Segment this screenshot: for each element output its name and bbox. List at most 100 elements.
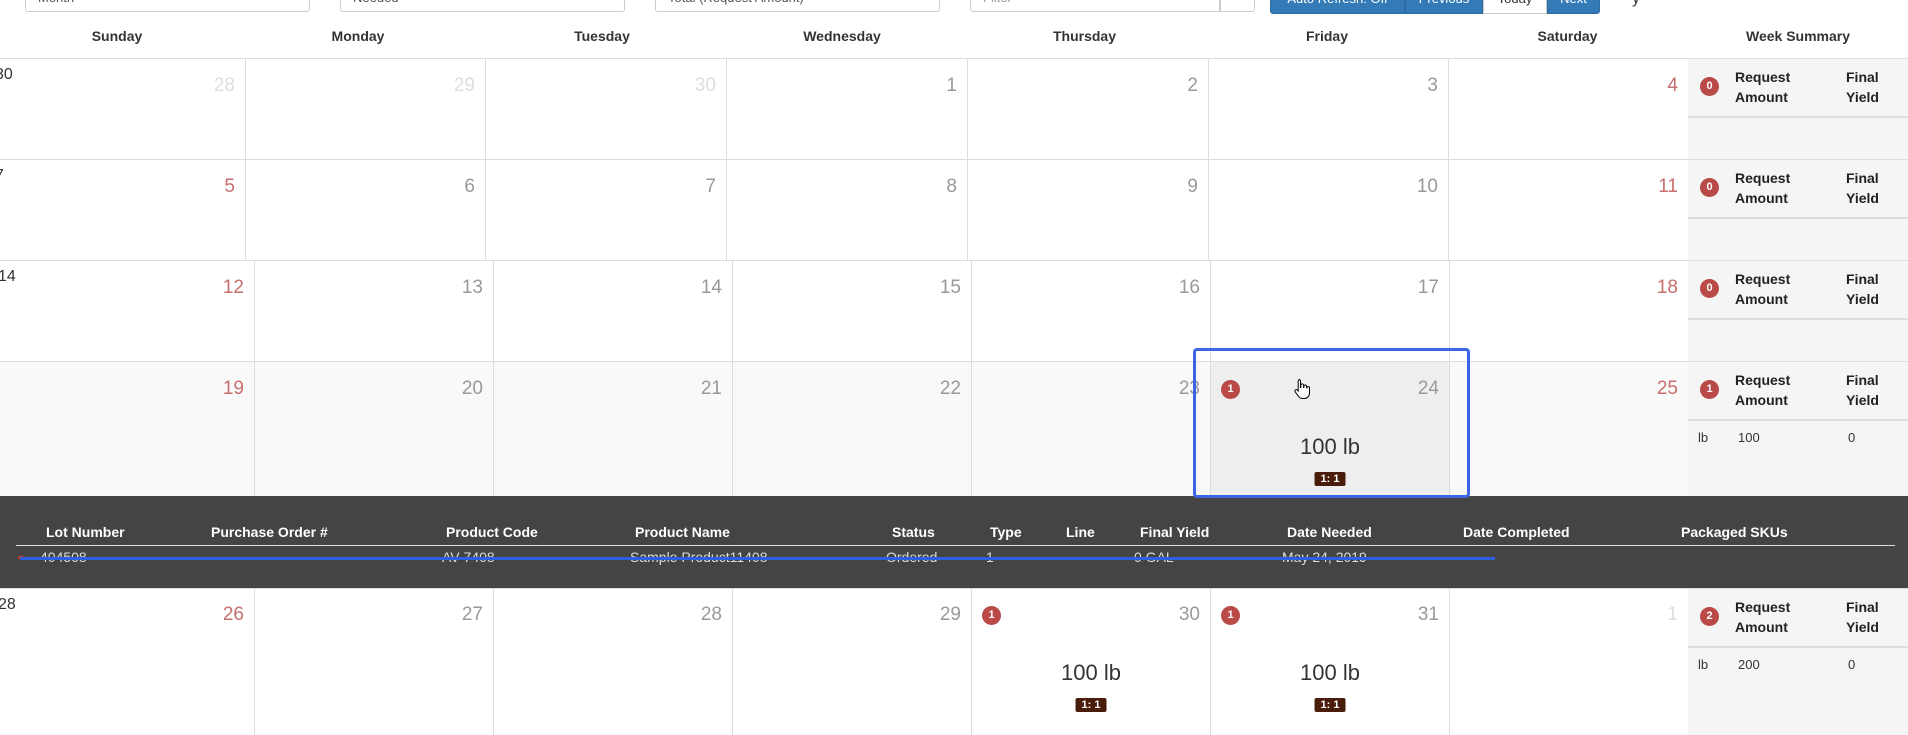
day-number: 29	[453, 75, 475, 96]
final-yield-label: Final Yield	[1846, 372, 1879, 408]
col-product-name[interactable]: Product Name	[635, 524, 730, 540]
week-summary: 0 Request Amount Final Yield	[1688, 159, 1908, 260]
day-cell[interactable]: 1 31 100 lb 1: 1	[1211, 588, 1450, 735]
previous-button[interactable]: Previous	[1405, 0, 1483, 14]
request-amount-label: Request Amount	[1735, 599, 1791, 635]
week-count-badge: 0	[1700, 77, 1719, 96]
day-cell[interactable]: 30	[486, 59, 727, 159]
day-number: 19	[222, 378, 244, 399]
day-cell[interactable]: 26	[0, 588, 255, 735]
day-cell[interactable]: 19	[0, 362, 255, 496]
day-cell[interactable]: 22	[733, 362, 972, 496]
dow-sunday: Sunday	[91, 28, 143, 44]
day-cell[interactable]: 15	[733, 261, 972, 361]
request-amount-label: Request Amount	[1735, 372, 1791, 408]
day-number: 28	[213, 75, 235, 96]
day-cell[interactable]: 2	[968, 59, 1209, 159]
date-field-select[interactable]: Needed	[340, 0, 625, 12]
header-rule	[16, 545, 1895, 546]
day-cell[interactable]: 25	[1450, 362, 1688, 496]
day-cell[interactable]: 11	[1449, 160, 1688, 260]
day-number: 26	[222, 604, 244, 625]
total-select[interactable]: Total (Request Amount)	[655, 0, 940, 12]
day-cell[interactable]: 21	[494, 362, 733, 496]
today-button[interactable]: Today	[1483, 0, 1547, 14]
day-number: 30	[1178, 604, 1200, 625]
event-count-badge: 1	[1221, 606, 1240, 625]
day-cell[interactable]: 3	[1209, 59, 1449, 159]
summary-rule	[1688, 318, 1908, 320]
day-number: 13	[461, 277, 483, 298]
day-number: 31	[1417, 604, 1439, 625]
day-cell[interactable]: 28	[494, 588, 733, 735]
day-number: 10	[1416, 176, 1438, 197]
day-number: 15	[939, 277, 961, 298]
day-cell[interactable]: 9	[968, 160, 1209, 260]
dow-saturday: Saturday	[1537, 28, 1598, 44]
week-summary: 0 Request Amount Final Yield	[1688, 58, 1908, 159]
summary-rule	[1688, 116, 1908, 118]
col-date-completed[interactable]: Date Completed	[1463, 524, 1570, 540]
day-cell[interactable]: 17	[1211, 261, 1450, 361]
filter-input[interactable]: Filter	[970, 0, 1220, 12]
ratio-badge[interactable]: 1: 1	[1314, 698, 1346, 712]
col-final-yield[interactable]: Final Yield	[1140, 524, 1209, 540]
next-button[interactable]: Next	[1547, 0, 1600, 14]
col-line[interactable]: Line	[1066, 524, 1095, 540]
week-count-badge: 2	[1700, 607, 1719, 626]
day-cell[interactable]: 29	[733, 588, 972, 735]
toolbar: Month Needed Total (Request Amount) Filt…	[0, 0, 1908, 14]
col-type[interactable]: Type	[990, 524, 1022, 540]
filter-clear-button[interactable]	[1220, 0, 1255, 12]
lot-detail-panel: Lot Number Purchase Order # Product Code…	[0, 496, 1908, 588]
day-number: 20	[461, 378, 483, 399]
day-number: 28	[700, 604, 722, 625]
day-number: 22	[939, 378, 961, 399]
day-number: 29	[939, 604, 961, 625]
day-cell[interactable]: 20	[255, 362, 494, 496]
view-select[interactable]: Month	[25, 0, 310, 12]
ratio-badge[interactable]: 1: 1	[1075, 698, 1107, 712]
week-count-badge: 1	[1700, 380, 1719, 399]
day-cell[interactable]: 4	[1449, 59, 1688, 159]
day-cell[interactable]: 27	[255, 588, 494, 735]
day-number: 16	[1178, 277, 1200, 298]
dow-tuesday: Tuesday	[574, 28, 630, 44]
day-number: 8	[946, 176, 957, 197]
summary-rule	[1688, 217, 1908, 219]
day-cell[interactable]: 12	[0, 261, 255, 361]
col-status[interactable]: Status	[892, 524, 935, 540]
summary-unit: lb	[1698, 657, 1709, 672]
day-number: 12	[222, 277, 244, 298]
col-purchase-order[interactable]: Purchase Order #	[211, 524, 328, 540]
event-amount: 100 lb	[1300, 660, 1360, 685]
final-yield-label: Final Yield	[1846, 271, 1879, 307]
day-cell[interactable]: 5	[0, 160, 246, 260]
day-cell[interactable]: 1	[1450, 588, 1688, 735]
week-count-badge: 0	[1700, 178, 1719, 197]
auto-refresh-button[interactable]: Auto Refresh: Off	[1270, 0, 1405, 14]
day-cell[interactable]: 16	[972, 261, 1211, 361]
dow-monday: Monday	[331, 28, 385, 44]
day-number: 1	[1667, 604, 1678, 625]
final-yield-label: Final Yield	[1846, 170, 1879, 206]
day-cell[interactable]: 10	[1209, 160, 1449, 260]
day-cell[interactable]: 13	[255, 261, 494, 361]
day-cell[interactable]: 1 30 100 lb 1: 1	[972, 588, 1211, 735]
day-cell[interactable]: 8	[727, 160, 968, 260]
day-cell[interactable]: 1	[727, 59, 968, 159]
col-date-needed[interactable]: Date Needed	[1287, 524, 1372, 540]
day-cell[interactable]: 29	[246, 59, 486, 159]
day-cell[interactable]: 23	[972, 362, 1211, 496]
day-cell[interactable]: 14	[494, 261, 733, 361]
col-product-code[interactable]: Product Code	[446, 524, 538, 540]
day-number: 3	[1427, 75, 1438, 96]
final-yield-label: Final Yield	[1846, 599, 1879, 635]
week-summary: 0 Request Amount Final Yield	[1688, 260, 1908, 361]
day-cell[interactable]: 7	[486, 160, 727, 260]
day-cell[interactable]: 18	[1450, 261, 1688, 361]
day-cell[interactable]: 6	[246, 160, 486, 260]
col-packaged-skus[interactable]: Packaged SKUs	[1681, 524, 1788, 540]
col-lot-number[interactable]: Lot Number	[46, 524, 125, 540]
day-cell[interactable]: 28	[0, 59, 246, 159]
